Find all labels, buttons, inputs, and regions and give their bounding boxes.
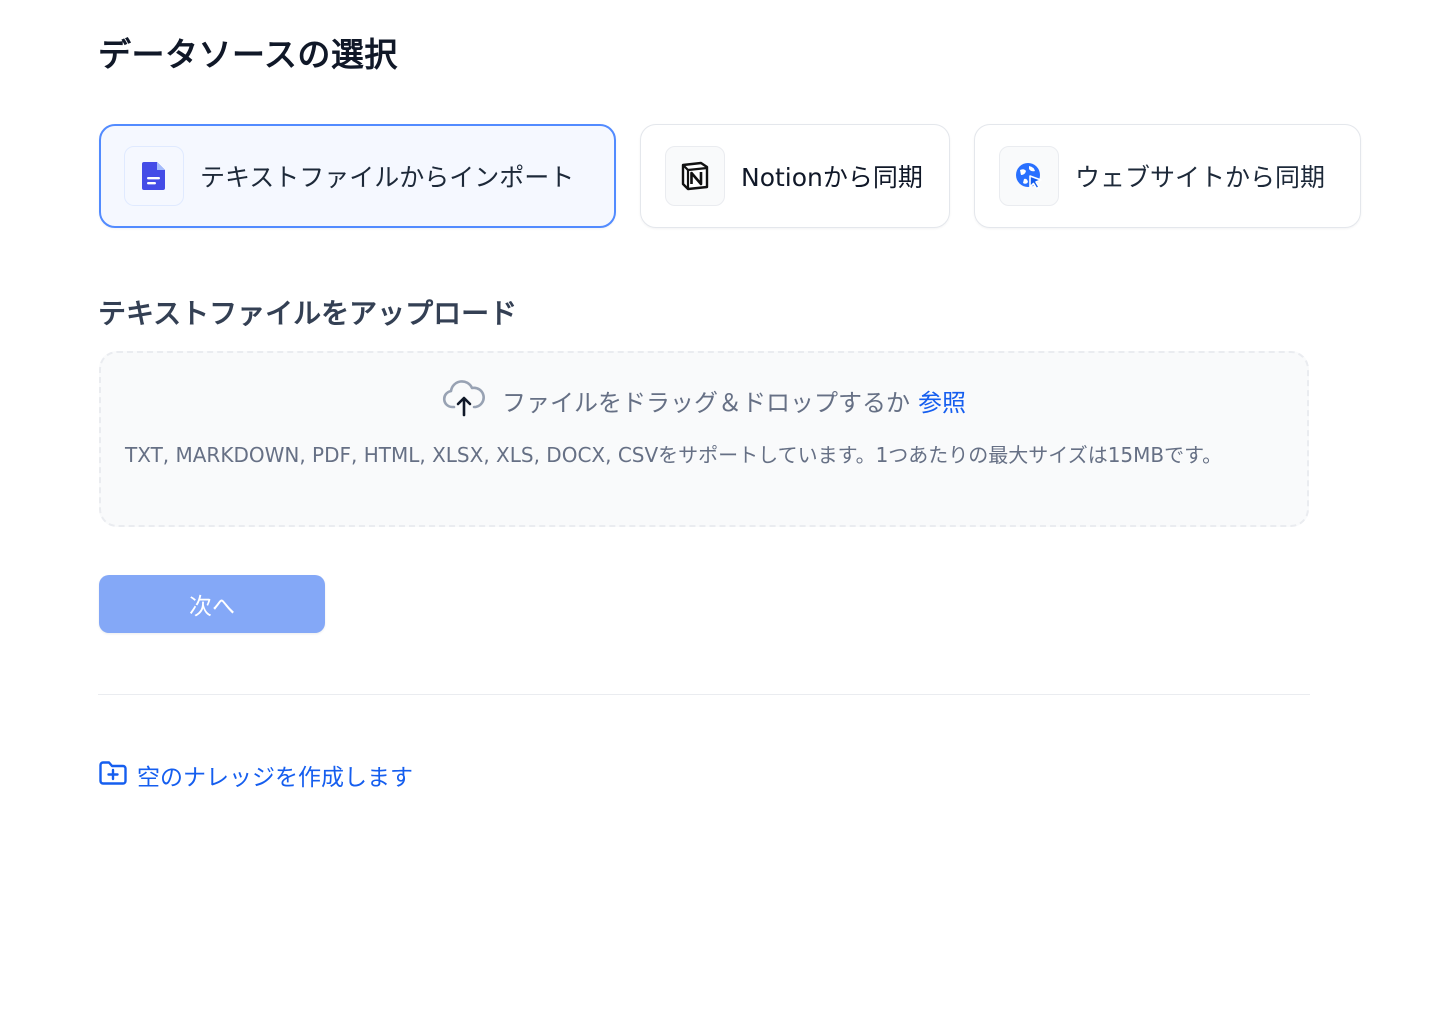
source-card-text-file[interactable]: テキストファイルからインポート — [99, 124, 616, 228]
page: データソースの選択 テキストファイルからインポート Notionから同期 ウェブ… — [0, 0, 1440, 1009]
notion-icon — [665, 146, 725, 206]
create-empty-knowledge-link[interactable]: 空のナレッジを作成します — [98, 758, 413, 792]
folder-plus-icon — [98, 759, 128, 791]
dropzone-instruction: ファイルをドラッグ＆ドロップするか 参照 — [101, 379, 1307, 421]
page-title: データソースの選択 — [98, 35, 398, 74]
file-dropzone[interactable]: ファイルをドラッグ＆ドロップするか 参照 TXT, MARKDOWN, PDF,… — [99, 351, 1309, 527]
source-card-label: ウェブサイトから同期 — [1075, 163, 1326, 192]
next-button[interactable]: 次へ — [99, 575, 325, 633]
globe-icon — [999, 146, 1059, 206]
create-empty-knowledge-label: 空のナレッジを作成します — [137, 765, 413, 791]
divider — [98, 694, 1310, 695]
source-card-notion[interactable]: Notionから同期 — [640, 124, 950, 228]
browse-link[interactable]: 参照 — [918, 383, 966, 418]
source-card-label: Notionから同期 — [741, 163, 923, 192]
file-text-icon — [124, 146, 184, 206]
upload-section-title: テキストファイルをアップロード — [98, 297, 518, 330]
source-card-label: テキストファイルからインポート — [200, 163, 575, 192]
source-card-website[interactable]: ウェブサイトから同期 — [974, 124, 1361, 228]
cloud-upload-icon — [442, 379, 486, 421]
dropzone-hint: TXT, MARKDOWN, PDF, HTML, XLSX, XLS, DOC… — [125, 443, 1223, 467]
dropzone-text: ファイルをドラッグ＆ドロップするか — [502, 388, 910, 417]
